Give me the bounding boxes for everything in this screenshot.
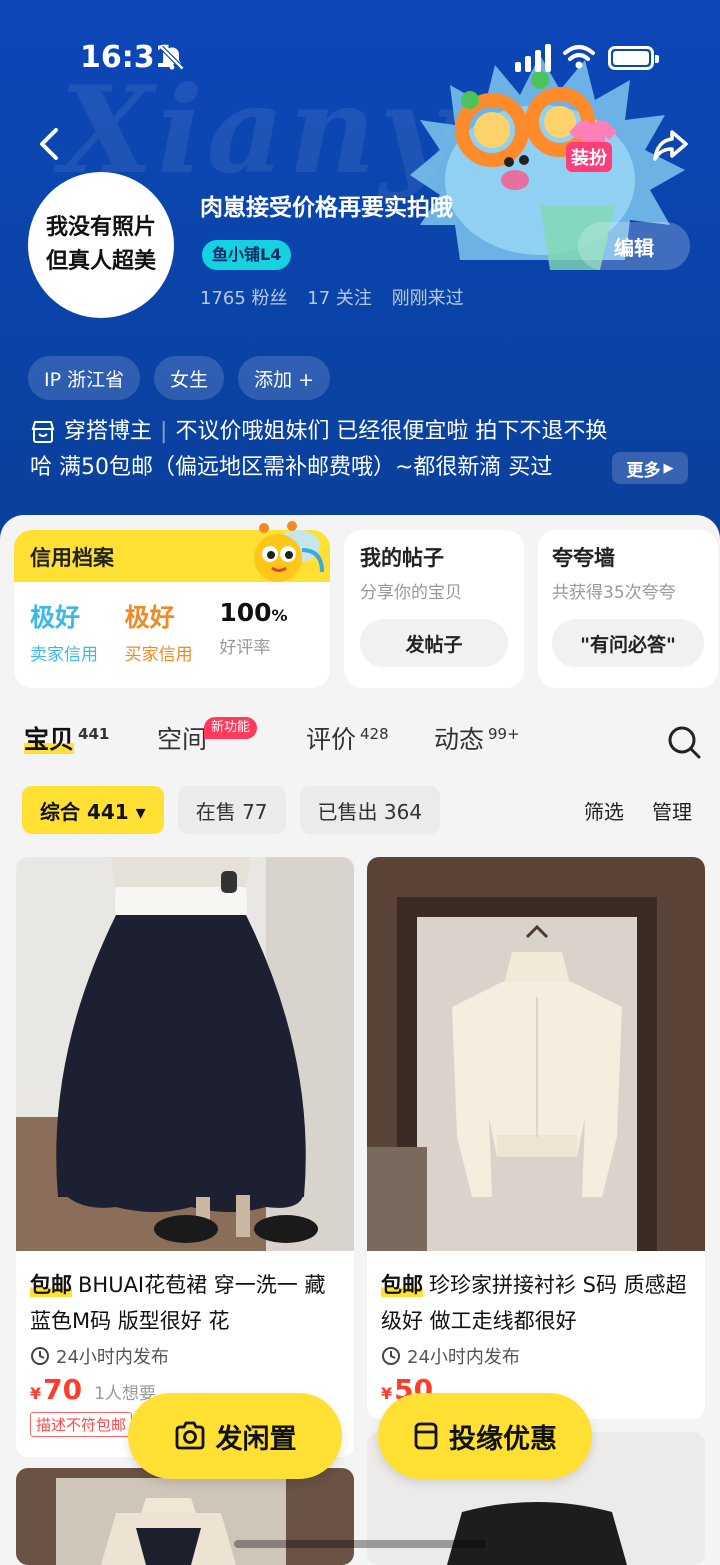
avatar-text-line2: 但真人超美	[45, 249, 156, 274]
clock-icon	[382, 1347, 400, 1365]
profile-header: Xianyu 16:31 装扮 我没有照片 但真人超美 肉崽接受价格再要实拍哦 …	[0, 0, 720, 560]
tab-reviews[interactable]: 评价 428	[306, 720, 389, 756]
mute-bell-icon	[159, 45, 185, 71]
share-icon[interactable]	[650, 124, 692, 166]
product-card[interactable]: 包邮 BHUAI花苞裙 穿一洗一 藏蓝色M码 版型很好 花 24小时内发布 ¥ 7…	[16, 857, 354, 1457]
add-tag-button[interactable]: 添加 +	[238, 356, 331, 400]
good-rate-value: 100	[219, 598, 272, 627]
wifi-icon	[563, 45, 595, 69]
product-title: 包邮 BHUAI花苞裙 穿一洗一 藏蓝色M码 版型很好 花	[16, 1255, 354, 1339]
dress-up-label[interactable]: 装扮	[566, 142, 612, 172]
filter-sold[interactable]: 已售出 364	[299, 786, 441, 834]
tab-items[interactable]: 宝贝 441	[24, 720, 109, 756]
filter-chips: 综合 441 ▾ 在售 77 已售出 364	[22, 786, 441, 834]
battery-icon	[608, 46, 659, 70]
price-value: 70	[43, 1373, 83, 1406]
price-currency: ¥	[30, 1384, 42, 1403]
free-shipping-label: 包邮	[381, 1273, 423, 1297]
filter-on-sale[interactable]: 在售 77	[177, 786, 286, 834]
free-shipping-label: 包邮	[30, 1273, 72, 1297]
manage-button[interactable]: 管理	[652, 796, 692, 825]
profile-tags: IP 浙江省 女生 添加 +	[28, 356, 331, 400]
praise-subtitle: 共获得35次夸夸	[552, 583, 676, 603]
profile-stats: 1765 粉丝 17 关注 刚刚来过	[200, 284, 478, 310]
tag-gender: 女生	[154, 356, 225, 400]
posts-title: 我的帖子	[360, 546, 444, 570]
fans-count[interactable]: 1765 粉丝	[200, 288, 288, 309]
follow-count[interactable]: 17 关注	[307, 288, 372, 309]
store-icon	[31, 421, 55, 443]
product-card[interactable]: 包邮 珍珍家拼接衬衫 S码 质感超级好 做工走线都很好 24小时内发布 ¥ 50	[367, 857, 705, 1419]
search-icon[interactable]	[666, 724, 702, 760]
tag-ip: IP 浙江省	[28, 356, 141, 400]
praise-tag-button[interactable]: "有问必答"	[552, 619, 704, 667]
bee-mascot-icon	[254, 521, 324, 582]
guarantee-badge: 描述不符包邮	[30, 1412, 133, 1437]
content-tabs: 宝贝 441 空间 评价 428 动态 99+	[24, 720, 704, 766]
tab-items-label: 宝贝	[24, 725, 75, 754]
tab-items-count: 441	[78, 724, 110, 743]
back-arrow-icon[interactable]	[30, 124, 70, 164]
post-idle-label: 发闲置	[215, 1423, 297, 1455]
tab-space-label: 空间	[157, 725, 208, 754]
publish-time: 24小时内发布	[407, 1347, 520, 1368]
promo-label: 投缘优惠	[449, 1423, 557, 1455]
buyer-credit-label: 买家信用	[124, 645, 193, 665]
filter-button[interactable]: 筛选	[584, 796, 624, 825]
filter-all[interactable]: 综合 441 ▾	[22, 786, 164, 834]
product-title: 包邮 珍珍家拼接衬衫 S码 质感超级好 做工走线都很好	[367, 1255, 705, 1339]
profile-bio: 穿搭博主 | 不议价哦姐妹们 已经很便宜啦 拍下不退不换 哈 满50包邮（偏远地…	[30, 414, 695, 486]
caret-right-icon: ▶	[663, 460, 674, 476]
product-image-blouse	[367, 857, 705, 1251]
tab-activity-count: 99+	[488, 724, 520, 743]
coupon-icon	[414, 1422, 438, 1450]
publish-time: 24小时内发布	[56, 1347, 169, 1368]
tab-activity-label: 动态	[434, 725, 485, 754]
promo-button[interactable]: 投缘优惠	[378, 1393, 592, 1479]
bio-text-1: 不议价哦姐妹们 已经很便宜啦 拍下不退不换	[175, 419, 608, 444]
product-card[interactable]	[16, 1468, 354, 1565]
tab-reviews-label: 评价	[306, 725, 357, 754]
seller-credit-label: 卖家信用	[30, 645, 98, 665]
price-currency: ¥	[381, 1384, 393, 1403]
edit-button[interactable]: 编辑	[578, 222, 690, 270]
signal-icon	[515, 44, 551, 72]
home-indicator[interactable]	[234, 1540, 486, 1548]
product-title-text: 珍珍家拼接衬衫 S码 质感超级好 做工走线都很好	[381, 1273, 687, 1333]
praise-title: 夸夸墙	[552, 546, 615, 570]
product-title-text: BHUAI花苞裙 穿一洗一 藏蓝色M码 版型很好 花	[30, 1273, 326, 1333]
product-image-skirt	[16, 857, 354, 1251]
avatar[interactable]: 我没有照片 但真人超美	[28, 172, 174, 318]
praise-wall-card[interactable]: 夸夸墙 共获得35次夸夸 "有问必答"	[538, 530, 718, 688]
bio-role: 穿搭博主	[64, 419, 153, 444]
posts-subtitle: 分享你的宝贝	[360, 583, 462, 603]
good-rate-label: 好评率	[219, 638, 271, 658]
status-bar: 16:31	[0, 0, 720, 110]
post-idle-item-button[interactable]: 发闲置	[128, 1393, 342, 1479]
product-image-preview	[16, 1468, 354, 1565]
tab-reviews-count: 428	[360, 724, 389, 743]
bio-text-2: 哈 满50包邮（偏远地区需补邮费哦）~都很新滴 买过	[30, 455, 553, 480]
seller-credit-value: 极好	[30, 603, 81, 632]
camera-icon	[175, 1421, 204, 1450]
tab-activity[interactable]: 动态 99+	[434, 720, 520, 756]
clock-icon	[31, 1347, 49, 1365]
bio-more-button[interactable]: 更多 ▶	[612, 452, 688, 484]
new-feature-badge: 新功能	[204, 717, 258, 739]
good-rate-unit: %	[271, 606, 288, 625]
product-time: 24小时内发布	[367, 1339, 705, 1369]
buyer-credit-value: 极好	[124, 603, 175, 632]
profile-name: 肉崽接受价格再要实拍哦	[200, 195, 453, 221]
product-time: 24小时内发布	[16, 1339, 354, 1369]
avatar-text-line1: 我没有照片	[45, 215, 156, 240]
more-label: 更多	[626, 460, 661, 481]
shop-level-badge[interactable]: 鱼小铺L4	[202, 240, 292, 270]
create-post-button[interactable]: 发帖子	[360, 619, 508, 667]
my-posts-card[interactable]: 我的帖子 分享你的宝贝 发帖子	[344, 530, 524, 688]
last-seen: 刚刚来过	[391, 288, 464, 309]
tab-space[interactable]: 空间	[157, 720, 207, 756]
